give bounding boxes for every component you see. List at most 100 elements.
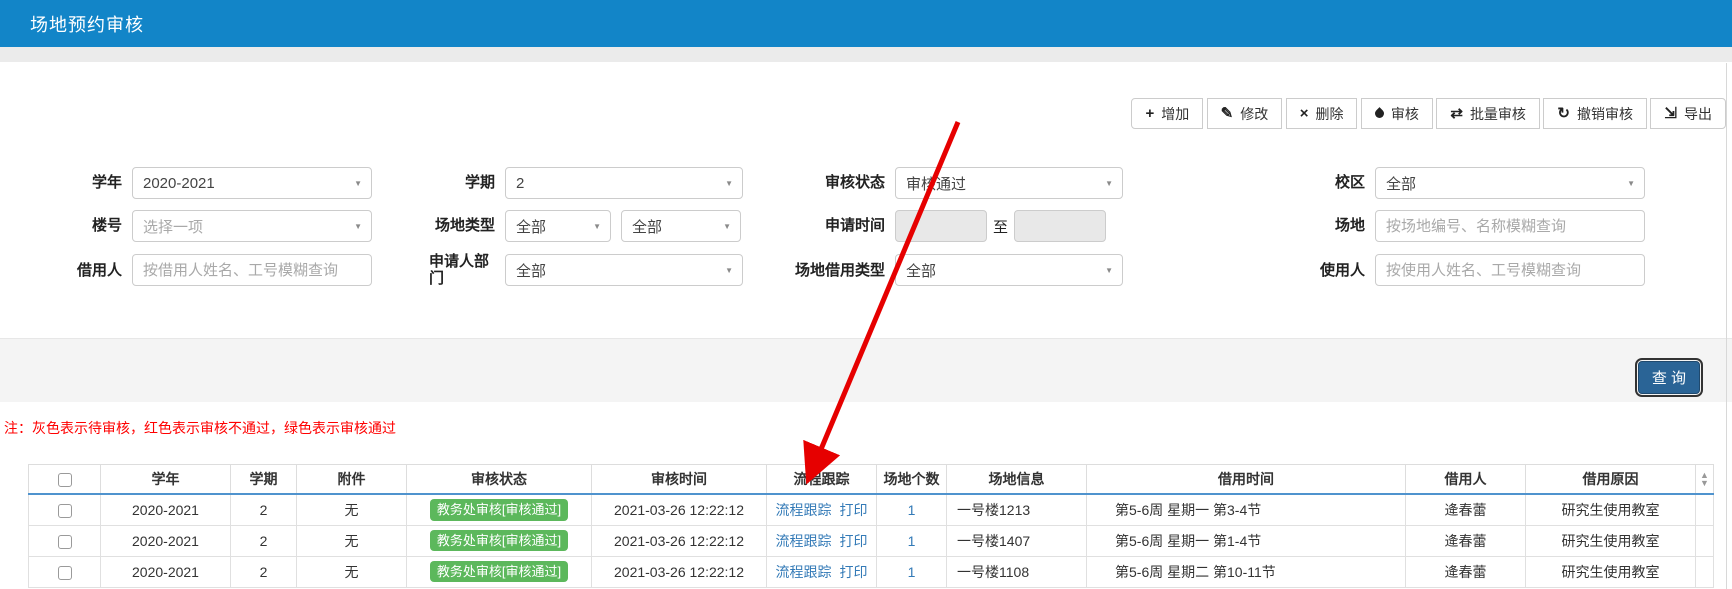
building-select[interactable]: 选择一项 ▼ — [132, 210, 372, 242]
review-status-label: 审核状态 — [743, 174, 895, 191]
export-button-label: 导出 — [1684, 104, 1712, 124]
venue-type-label: 场地类型 — [372, 217, 505, 234]
filter-row-1: 学年 2020-2021 ▼ 学期 2 ▼ 审核状态 审核通过 ▼ 校区 全部 — [10, 167, 1732, 199]
cell-year: 2020-2021 — [101, 525, 231, 556]
cell-borrow-time: 第5-6周 星期二 第10-11节 — [1087, 556, 1406, 587]
cell-attachment: 无 — [297, 525, 407, 556]
select-all-checkbox[interactable] — [58, 473, 72, 487]
batch-audit-button[interactable]: ⇄ 批量审核 — [1436, 98, 1540, 129]
venue-borrow-type-select[interactable]: 全部 ▼ — [895, 254, 1123, 286]
col-header-venue-count: 场地个数 — [877, 464, 947, 494]
search-button[interactable]: 查 询 — [1638, 361, 1700, 394]
col-header-review-time: 审核时间 — [592, 464, 767, 494]
row-checkbox[interactable] — [58, 566, 72, 580]
chevron-down-icon: ▼ — [723, 222, 731, 231]
chevron-down-icon: ▼ — [354, 179, 362, 188]
venue-label: 场地 — [1123, 217, 1375, 234]
content-right-border — [1726, 63, 1727, 589]
scroll-down-icon[interactable]: ▼ — [1696, 479, 1713, 487]
chevron-down-icon: ▼ — [725, 179, 733, 188]
delete-button-label: 删除 — [1315, 104, 1343, 124]
col-header-reason: 借用原因 — [1526, 464, 1696, 494]
table-row: 2020-2021 2 无 教务处审核[审核通过] 2021-03-26 12:… — [29, 525, 1714, 556]
filter-row-2: 楼号 选择一项 ▼ 场地类型 全部 ▼ 全部 ▼ 申请时间 — [10, 210, 1732, 242]
cell-attachment: 无 — [297, 494, 407, 525]
table-row: 2020-2021 2 无 教务处审核[审核通过] 2021-03-26 12:… — [29, 556, 1714, 587]
cell-review-time: 2021-03-26 12:22:12 — [592, 494, 767, 525]
track-link[interactable]: 流程跟踪 — [776, 502, 832, 518]
cell-borrow-time: 第5-6周 星期一 第3-4节 — [1087, 494, 1406, 525]
school-year-select[interactable]: 2020-2021 ▼ — [132, 167, 372, 199]
borrower-input[interactable] — [132, 254, 372, 286]
audit-button-label: 审核 — [1391, 104, 1419, 124]
term-label: 学期 — [372, 174, 505, 191]
venue-input[interactable] — [1375, 210, 1645, 242]
status-badge: 教务处审核[审核通过] — [430, 530, 568, 552]
apply-time-end-input[interactable] — [1014, 210, 1106, 242]
edit-button-label: 修改 — [1240, 104, 1268, 124]
col-header-track: 流程跟踪 — [767, 464, 877, 494]
cell-review-time: 2021-03-26 12:22:12 — [592, 525, 767, 556]
user-input[interactable] — [1375, 254, 1645, 286]
export-button[interactable]: ⇲ 导出 — [1650, 98, 1726, 129]
cancel-audit-button[interactable]: ↻ 撤销审核 — [1543, 98, 1647, 129]
print-link[interactable]: 打印 — [840, 564, 868, 580]
title-bar: 场地预约审核 — [0, 0, 1732, 47]
table-row: 2020-2021 2 无 教务处审核[审核通过] 2021-03-26 12:… — [29, 494, 1714, 525]
borrower-label: 借用人 — [10, 262, 132, 279]
term-select[interactable]: 2 ▼ — [505, 167, 743, 199]
campus-select[interactable]: 全部 ▼ — [1375, 167, 1645, 199]
cell-reason: 研究生使用教室 — [1526, 556, 1696, 587]
cell-year: 2020-2021 — [101, 556, 231, 587]
print-link[interactable]: 打印 — [840, 502, 868, 518]
chevron-down-icon: ▼ — [1105, 266, 1113, 275]
school-year-label: 学年 — [10, 174, 132, 191]
plus-icon: + — [1145, 106, 1154, 121]
col-header-term: 学期 — [231, 464, 297, 494]
cell-reason: 研究生使用教室 — [1526, 525, 1696, 556]
filter-row-3: 借用人 申请人部门 全部 ▼ 场地借用类型 全部 ▼ 使用人 — [10, 253, 1732, 288]
table-scrollbar: ▲ ▼ — [1696, 464, 1714, 494]
col-header-attachment: 附件 — [297, 464, 407, 494]
track-link[interactable]: 流程跟踪 — [776, 564, 832, 580]
cancel-audit-button-label: 撤销审核 — [1577, 104, 1633, 124]
apply-time-start-input[interactable] — [895, 210, 987, 242]
venue-borrow-type-label: 场地借用类型 — [743, 262, 895, 279]
cell-borrower: 逄春蕾 — [1406, 556, 1526, 587]
cell-borrower: 逄春蕾 — [1406, 525, 1526, 556]
filter-footer: 查 询 — [0, 338, 1732, 402]
add-button[interactable]: + 增加 — [1131, 98, 1203, 129]
batch-audit-button-label: 批量审核 — [1470, 104, 1526, 124]
cell-term: 2 — [231, 525, 297, 556]
status-legend-note: 注：灰色表示待审核，红色表示审核不通过，绿色表示审核通过 — [4, 418, 1732, 438]
building-label: 楼号 — [10, 217, 132, 234]
delete-button[interactable]: × 删除 — [1286, 98, 1358, 129]
cell-borrower: 逄春蕾 — [1406, 494, 1526, 525]
row-checkbox[interactable] — [58, 535, 72, 549]
review-status-select[interactable]: 审核通过 ▼ — [895, 167, 1123, 199]
sub-strip — [0, 47, 1732, 62]
print-link[interactable]: 打印 — [840, 533, 868, 549]
track-link[interactable]: 流程跟踪 — [776, 533, 832, 549]
col-header-year: 学年 — [101, 464, 231, 494]
toolbar: + 增加 ✎ 修改 × 删除 审核 ⇄ 批量审核 ↻ 撤销审核 ⇲ 导出 — [0, 98, 1732, 129]
add-button-label: 增加 — [1161, 104, 1189, 124]
audit-button[interactable]: 审核 — [1361, 98, 1433, 129]
cell-reason: 研究生使用教室 — [1526, 494, 1696, 525]
chevron-down-icon: ▼ — [593, 222, 601, 231]
venue-count-link[interactable]: 1 — [908, 564, 916, 580]
venue-count-link[interactable]: 1 — [908, 502, 916, 518]
venue-type-select-2[interactable]: 全部 ▼ — [621, 210, 741, 242]
row-checkbox[interactable] — [58, 504, 72, 518]
chevron-down-icon: ▼ — [1627, 179, 1635, 188]
col-header-venue-info: 场地信息 — [947, 464, 1087, 494]
col-header-borrow-time: 借用时间 — [1087, 464, 1406, 494]
venue-type-select-1[interactable]: 全部 ▼ — [505, 210, 611, 242]
venue-count-link[interactable]: 1 — [908, 533, 916, 549]
applicant-dept-select[interactable]: 全部 ▼ — [505, 254, 743, 286]
apply-time-separator: 至 — [993, 216, 1008, 237]
cell-venue-info: 一号楼1213 — [947, 494, 1087, 525]
swap-arrows-icon: ⇄ — [1450, 106, 1463, 121]
cell-venue-info: 一号楼1108 — [947, 556, 1087, 587]
edit-button[interactable]: ✎ 修改 — [1207, 98, 1283, 129]
